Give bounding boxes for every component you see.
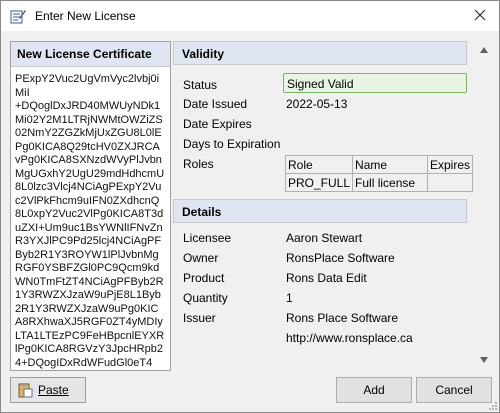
issuer-label: Issuer <box>183 311 216 325</box>
paste-label: Paste <box>38 383 69 397</box>
licensee-label: Licensee <box>183 231 232 245</box>
licensee-value: Aaron Stewart <box>286 231 363 245</box>
certificate-textbox[interactable]: PExpY2Vuc2UgVmVyc2lvbj0iMiI +DQoglDxJRD4… <box>11 67 170 370</box>
add-button[interactable]: Add <box>336 377 412 403</box>
license-edit-icon <box>10 10 26 24</box>
roles-col-name: Name <box>352 155 428 174</box>
roles-col-role: Role <box>284 155 354 174</box>
resize-grip-icon[interactable] <box>488 401 498 411</box>
scroll-down-icon[interactable] <box>480 357 488 363</box>
role-cell: PRO_FULL <box>284 173 354 192</box>
close-icon[interactable] <box>471 6 489 24</box>
expires-cell <box>426 173 473 192</box>
owner-value: RonsPlace Software <box>286 251 395 265</box>
validity-header: Validity <box>173 41 467 65</box>
roles-col-expires: Expires <box>426 155 473 174</box>
days-to-expiration-label: Days to Expiration <box>183 137 281 151</box>
status-value: Signed Valid <box>283 73 467 93</box>
date-issued-value: 2022-05-13 <box>286 97 348 111</box>
license-details-panel: Validity Status Signed Valid Date Issued… <box>173 41 473 369</box>
license-dialog: Enter New License New License Certificat… <box>0 0 500 413</box>
roles-table[interactable]: Role Name Expires PRO_FULL Full license <box>284 155 473 192</box>
product-label: Product <box>183 271 225 285</box>
issuer-url[interactable]: http://www.ronsplace.ca <box>286 331 413 345</box>
certificate-header: New License Certificate <box>11 42 170 67</box>
owner-label: Owner <box>183 251 219 265</box>
roles-header-row: Role Name Expires <box>284 155 473 174</box>
cancel-button[interactable]: Cancel <box>416 377 492 403</box>
quantity-value: 1 <box>286 291 293 305</box>
status-label: Status <box>183 78 218 92</box>
date-issued-label: Date Issued <box>183 97 248 111</box>
window-title: Enter New License <box>35 9 136 23</box>
table-row[interactable]: PRO_FULL Full license <box>284 173 473 192</box>
roles-label: Roles <box>183 157 214 171</box>
paste-button[interactable]: Paste <box>10 377 86 403</box>
product-value: Rons Data Edit <box>286 271 367 285</box>
title-bar: Enter New License <box>1 1 499 31</box>
details-header: Details <box>173 199 467 223</box>
scroll-up-icon[interactable] <box>480 47 488 53</box>
certificate-panel: New License Certificate PExpY2Vuc2UgVmVy… <box>10 41 171 371</box>
details-scrollbar[interactable] <box>476 41 492 369</box>
quantity-label: Quantity <box>183 291 228 305</box>
clipboard-paste-icon <box>18 383 33 398</box>
date-expires-label: Date Expires <box>183 117 252 131</box>
name-cell: Full license <box>352 173 428 192</box>
issuer-value: Rons Place Software <box>286 311 399 325</box>
